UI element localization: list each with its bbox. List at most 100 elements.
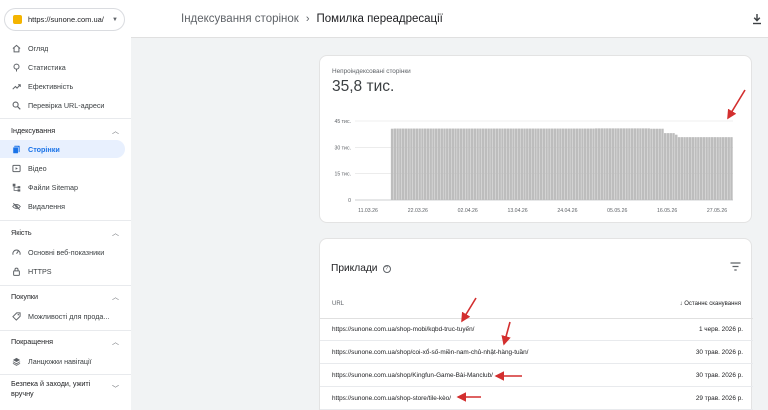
property-logo-icon [13,15,22,24]
section-title: Індексування [11,126,56,135]
chart-bar [465,128,468,200]
chart-bar [597,128,601,200]
y-tick-label: 45 тис. [334,119,351,125]
y-tick-label: 0 [348,198,351,204]
x-tick-label: 24.04.26 [557,208,577,214]
chevron-up-icon: ︿ [112,128,119,135]
chart-bar [426,128,430,200]
sidebar-item-label: HTTPS [28,266,52,276]
column-header-last-crawled[interactable]: ↓ Останнє сканування [680,301,741,307]
chart-bar [553,128,557,200]
chart-bar [512,128,515,200]
row-url: https://sunone.com.ua/shop/Kingfun-Game-… [332,372,493,379]
sidebar-item-performance[interactable]: Ефективність [0,77,125,95]
sitemap-icon [11,182,21,192]
chart-bar [641,128,645,200]
sidebar-item-overview[interactable]: Огляд [0,39,125,57]
lock-icon [11,266,21,276]
chart-bar [509,128,512,200]
home-icon [11,43,21,53]
sidebar-item-breadcrumbs[interactable]: Ланцюжки навігації [0,352,125,370]
chart-bar [619,128,623,200]
chart-bar [446,128,449,200]
chart-bar [669,133,672,200]
chart-bar [407,128,410,200]
table-row[interactable]: https://sunone.com.ua/shop-mobi/kqbd-tru… [320,319,753,341]
sidebar-item-removals[interactable]: Видалення [0,197,125,215]
sidebar-item-statistics[interactable]: Статистика [0,58,125,76]
chart-bar [652,128,656,200]
section-shopping[interactable]: Покупки ︿ [0,291,125,303]
sidebar-item-label: Огляд [28,43,49,53]
x-tick-label: 16.05.26 [657,208,677,214]
chart-bar [664,133,667,200]
chevron-right-icon: › [305,12,310,25]
chart-bar [611,128,615,200]
chart-bar [435,128,438,200]
table-row[interactable]: https://sunone.com.ua/shop/Kingfun-Game-… [320,365,753,387]
sidebar-item-https[interactable]: HTTPS [0,262,125,280]
chart-bar [492,128,496,200]
chart-bar [468,128,471,200]
chevron-up-icon: ︿ [112,230,119,237]
breadcrumb-parent[interactable]: Індексування сторінок [181,13,299,25]
chart-bar [724,137,728,200]
property-url: https://sunone.com.ua/ [28,15,104,24]
property-selector[interactable]: https://sunone.com.ua/ ▼ [4,8,125,31]
row-date: 30 трав. 2026 р. [695,372,743,379]
chart-bar [639,128,642,200]
performance-icon [11,62,21,72]
chart-bar [617,128,620,200]
chart-bar [661,128,664,200]
chevron-down-icon: ▼ [112,16,118,23]
sidebar-item-pages[interactable]: Сторінки [0,140,125,158]
chart-bar [702,137,706,200]
chart-bar [531,128,535,200]
row-url: https://sunone.com.ua/shop/coi-xổ-số-miề… [332,349,529,356]
chart-bar [506,128,510,200]
table-row[interactable]: https://sunone.com.ua/shop-store/tile-kè… [320,388,753,410]
chart-bar [680,137,684,200]
chart-bar [448,128,452,200]
page-header: Індексування сторінок › Помилка переадре… [131,0,768,38]
chart-bar [686,137,689,200]
sidebar-item-label: Відео [28,163,47,173]
sidebar: https://sunone.com.ua/ ▼ Огляд Статистик… [0,0,131,410]
section-enhancements[interactable]: Покращення ︿ [0,336,125,348]
chart-bar [459,128,463,200]
sidebar-item-label: Сторінки [28,144,60,154]
sidebar-item-core-web-vitals[interactable]: Основні веб-показники [0,243,125,261]
sidebar-item-sitemaps[interactable]: Файли Sitemap [0,178,125,196]
chart-bar [542,128,546,200]
chart-bar [401,128,405,200]
chart-bar [666,133,670,200]
download-icon[interactable] [752,13,762,25]
chart-bar [418,128,421,200]
chart-bar [479,128,482,200]
help-icon[interactable]: ? [382,264,391,273]
filter-icon[interactable] [730,262,741,271]
chart-bar [476,128,479,200]
sidebar-divider [0,285,131,286]
chart-bar [603,128,606,200]
summary-value: 35,8 тис. [332,78,395,95]
removal-icon [11,201,21,211]
chart-bar [443,128,446,200]
row-date: 30 трав. 2026 р. [695,349,743,356]
section-security[interactable]: Безпека й заходи, ужиті вручну ﹀ [0,378,125,400]
sidebar-item-video[interactable]: Відео [0,159,125,177]
chart-bar [501,128,504,200]
sidebar-item-url-inspection[interactable]: Перевірка URL-адреси [0,96,125,114]
section-quality[interactable]: Якість ︿ [0,227,125,239]
section-title: Покупки [11,292,39,301]
sidebar-item-merchant-opportunities[interactable]: Можливості для прода... [0,307,125,325]
table-row[interactable]: https://sunone.com.ua/shop/coi-xổ-số-miề… [320,342,753,364]
y-tick-label: 30 тис. [334,145,351,151]
chart-bar [584,128,587,200]
chart-bar [719,137,722,200]
chart-bar [699,137,703,200]
summary-card: Непроіндексовані сторінки 35,8 тис. 0 15 … [319,55,752,223]
section-indexing[interactable]: Індексування ︿ [0,125,125,137]
chart-bar [564,128,568,200]
chart-bar [644,128,648,200]
